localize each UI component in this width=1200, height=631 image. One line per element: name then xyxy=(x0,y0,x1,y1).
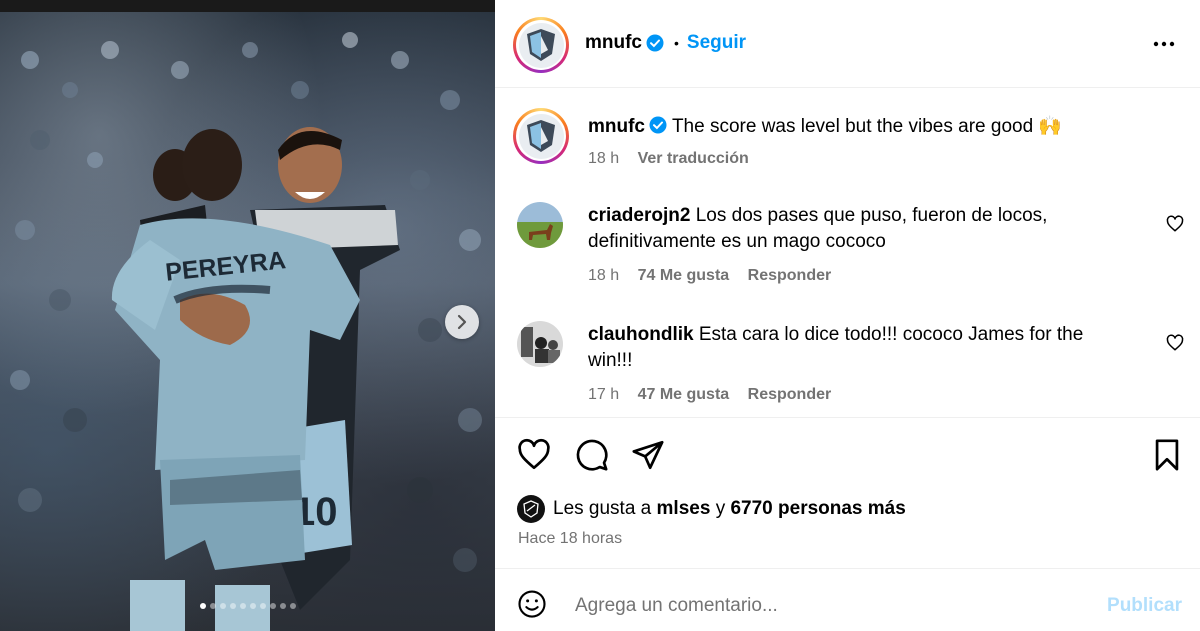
carousel-dot xyxy=(209,603,216,609)
post-media[interactable]: 10 PEREYRA xyxy=(0,0,495,631)
likes-others[interactable]: 6770 personas más xyxy=(730,498,905,520)
chevron-right-icon xyxy=(457,314,467,330)
translate-link[interactable]: Ver traducción xyxy=(638,150,749,167)
action-bar xyxy=(495,438,1200,478)
comment-input[interactable]: Agrega un comentario... xyxy=(575,595,778,617)
comment-time: 17 h xyxy=(588,386,620,403)
likes-user[interactable]: mlses xyxy=(657,498,711,520)
verified-icon xyxy=(649,116,667,134)
more-options-icon[interactable] xyxy=(1152,32,1176,56)
comment-meta: 17 h 47 Me gusta Responder xyxy=(588,386,831,404)
commenter-avatar[interactable] xyxy=(517,202,563,248)
verified-icon xyxy=(646,34,664,52)
heart-icon[interactable] xyxy=(517,438,551,472)
header-separator: • xyxy=(674,35,679,51)
reply-button[interactable]: Responder xyxy=(748,386,832,403)
follow-button[interactable]: Seguir xyxy=(687,32,746,54)
comment-meta: 18 h 74 Me gusta Responder xyxy=(588,267,831,285)
heart-icon[interactable] xyxy=(1166,215,1184,233)
carousel-dot xyxy=(259,603,266,609)
likes-summary: Les gusta a mlses y 6770 personas más xyxy=(517,495,906,523)
comment-username[interactable]: clauhondlik xyxy=(588,324,694,345)
caption-text: mnufc The score was level but the vibes … xyxy=(588,114,1168,140)
emoji-icon[interactable] xyxy=(517,589,547,619)
carousel-dot xyxy=(249,603,256,609)
comment-likes[interactable]: 47 Me gusta xyxy=(638,386,730,403)
club-logo-icon xyxy=(527,29,555,61)
bookmark-icon[interactable] xyxy=(1150,438,1184,472)
post-panel: mnufc • Seguir mnufc The score was level… xyxy=(495,0,1200,631)
commenter-avatar[interactable] xyxy=(517,321,563,367)
post-comment-button[interactable]: Publicar xyxy=(1107,595,1182,617)
likes-prefix: Les gusta a xyxy=(553,498,652,519)
caption-username[interactable]: mnufc xyxy=(588,116,645,137)
group-photo xyxy=(517,321,563,367)
liker-avatar[interactable] xyxy=(517,495,545,523)
carousel-dot xyxy=(239,603,246,609)
carousel-dot xyxy=(199,603,206,609)
caption-avatar[interactable] xyxy=(513,108,569,164)
comment-time: 18 h xyxy=(588,267,620,284)
comment-likes[interactable]: 74 Me gusta xyxy=(638,267,730,284)
heart-icon[interactable] xyxy=(1166,334,1184,352)
post-header: mnufc • Seguir xyxy=(495,0,1200,88)
comment-text: clauhondlik Esta cara lo dice todo!!! co… xyxy=(588,322,1128,374)
players-photo: 10 PEREYRA xyxy=(10,32,482,631)
reply-button[interactable]: Responder xyxy=(748,267,832,284)
carousel-dot xyxy=(289,603,296,609)
carousel-dot xyxy=(219,603,226,609)
comment-username[interactable]: criaderojn2 xyxy=(588,205,690,226)
author-avatar[interactable] xyxy=(513,17,569,73)
add-comment-bar: Agrega un comentario... Publicar xyxy=(495,568,1200,631)
mls-logo-icon xyxy=(523,500,539,518)
caption-time: 18 h xyxy=(588,150,620,167)
club-logo-icon xyxy=(527,120,555,152)
carousel-dot xyxy=(269,603,276,609)
share-icon[interactable] xyxy=(631,438,665,472)
carousel-dots xyxy=(0,603,495,609)
caption-body: The score was level but the vibes are go… xyxy=(671,116,1063,137)
comments-section: mnufc The score was level but the vibes … xyxy=(495,88,1200,418)
carousel-next-button[interactable] xyxy=(445,305,479,339)
horse-photo xyxy=(517,202,563,248)
carousel-dot xyxy=(229,603,236,609)
likes-conj: y xyxy=(715,498,726,519)
comment-text: criaderojn2 Los dos pases que puso, fuer… xyxy=(588,203,1128,255)
post-time: Hace 18 horas xyxy=(518,530,623,547)
caption-meta: 18 h Ver traducción xyxy=(588,150,749,168)
author-username[interactable]: mnufc xyxy=(585,32,642,54)
comment-icon[interactable] xyxy=(575,438,609,472)
carousel-dot xyxy=(279,603,286,609)
